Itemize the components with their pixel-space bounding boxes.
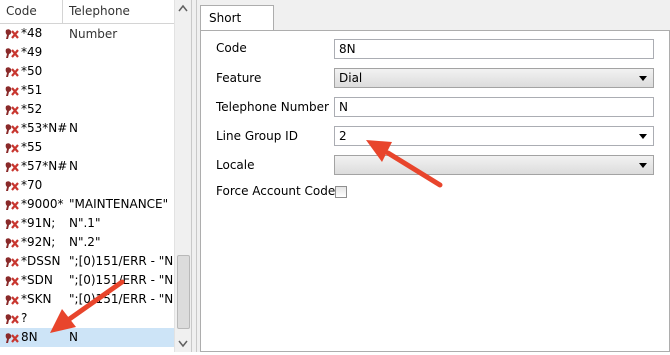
- chevron-down-icon: [639, 134, 647, 139]
- feature-value: Dial: [339, 71, 363, 85]
- line-group-id-value: 2: [339, 129, 347, 143]
- column-header-code[interactable]: Code: [0, 0, 63, 23]
- short-code-icon: [5, 48, 19, 58]
- short-code-icon: [5, 200, 19, 210]
- short-code-icon: [5, 295, 19, 305]
- row-telephone: ";[0)151/ERR - "N: [69, 273, 174, 287]
- chevron-down-icon: [639, 76, 647, 81]
- short-code-icon: [5, 181, 19, 191]
- row-telephone: N: [69, 121, 78, 135]
- details-pane: Short Code Code 8N Feature Dial Telephon…: [197, 0, 670, 352]
- short-code-icon: [5, 29, 19, 39]
- row-code: *57*N#: [21, 159, 68, 173]
- list-row[interactable]: *57*N# N: [0, 157, 174, 176]
- scroll-down-button[interactable]: [175, 335, 191, 352]
- line-group-id-label: Line Group ID: [216, 129, 298, 143]
- list-row[interactable]: *50: [0, 62, 174, 81]
- telephone-number-label: Telephone Number: [216, 100, 329, 114]
- row-code: 8N: [21, 330, 38, 344]
- column-header-telephone[interactable]: Telephone Number: [63, 0, 179, 41]
- list-row[interactable]: *9000* "MAINTENANCE": [0, 195, 174, 214]
- row-code: *9000*: [21, 197, 64, 211]
- row-telephone: ";[0)151/ERR - "N: [69, 254, 174, 268]
- row-telephone: ";[0)151/ERR - "N: [69, 292, 174, 306]
- list-row[interactable]: *DSSN ";[0)151/ERR - "N: [0, 252, 174, 271]
- chevron-down-icon: [639, 163, 647, 168]
- list-row[interactable]: *91N; N".1": [0, 214, 174, 233]
- list-row[interactable]: *53*N# N: [0, 119, 174, 138]
- feature-label: Feature: [216, 71, 262, 85]
- row-code: *48: [21, 26, 43, 40]
- short-code-icon: [5, 333, 19, 343]
- short-code-icon: [5, 143, 19, 153]
- row-code: *51: [21, 83, 43, 97]
- short-code-icon: [5, 314, 19, 324]
- list-row[interactable]: *70: [0, 176, 174, 195]
- force-account-code-checkbox[interactable]: [335, 186, 347, 198]
- list-header: Code Telephone Number: [0, 0, 174, 41]
- chevron-up-icon: [178, 4, 188, 12]
- row-code: *SKN: [21, 292, 52, 306]
- list-row[interactable]: *49: [0, 43, 174, 62]
- list-row[interactable]: *51: [0, 81, 174, 100]
- locale-label: Locale: [216, 158, 255, 172]
- row-code: *70: [21, 178, 43, 192]
- row-code: *52: [21, 102, 43, 116]
- short-code-icon: [5, 276, 19, 286]
- list-rows: *48 *49 *50 *51 *52 *53*N# N *55 *57*N# N *70 *9000…: [0, 24, 174, 352]
- code-label: Code: [216, 41, 247, 55]
- row-code: *SDN: [21, 273, 53, 287]
- chevron-down-icon: [178, 340, 188, 348]
- row-code: *49: [21, 45, 43, 59]
- list-row[interactable]: ?: [0, 309, 174, 328]
- row-code: *91N;: [21, 216, 56, 230]
- short-code-form: Code 8N Feature Dial Telephone Number N …: [200, 30, 670, 352]
- force-account-code-label: Force Account Code: [216, 184, 336, 198]
- locale-dropdown[interactable]: [334, 155, 654, 175]
- list-row[interactable]: *SKN ";[0)151/ERR - "N: [0, 290, 174, 309]
- row-code: *53*N#: [21, 121, 68, 135]
- list-row[interactable]: *55: [0, 138, 174, 157]
- scroll-up-button[interactable]: [175, 0, 191, 17]
- short-code-icon: [5, 162, 19, 172]
- list-row[interactable]: *52: [0, 100, 174, 119]
- short-code-icon: [5, 257, 19, 267]
- row-code: ?: [21, 311, 28, 325]
- code-field[interactable]: 8N: [334, 39, 654, 59]
- row-telephone: N: [69, 159, 78, 173]
- line-group-id-combo[interactable]: 2: [334, 126, 654, 146]
- short-code-icon: [5, 105, 19, 115]
- feature-dropdown[interactable]: Dial: [334, 68, 654, 88]
- row-telephone: "MAINTENANCE": [69, 197, 169, 211]
- row-telephone: N".1": [69, 216, 101, 230]
- row-code: *50: [21, 64, 43, 78]
- row-telephone: N".2": [69, 235, 101, 249]
- list-row[interactable]: *SDN ";[0)151/ERR - "N: [0, 271, 174, 290]
- list-row[interactable]: 8N N: [0, 328, 174, 347]
- short-code-icon: [5, 67, 19, 77]
- row-telephone: N: [69, 330, 78, 344]
- row-code: *DSSN: [21, 254, 61, 268]
- vertical-scrollbar[interactable]: [174, 0, 191, 352]
- row-code: *92N;: [21, 235, 56, 249]
- short-code-list: Code Telephone Number *48 *49 *50 *51 *52 *53…: [0, 0, 191, 352]
- short-code-icon: [5, 86, 19, 96]
- list-row[interactable]: *48: [0, 24, 174, 43]
- row-code: *55: [21, 140, 43, 154]
- tab-short-code[interactable]: Short Code: [200, 5, 274, 50]
- short-code-icon: [5, 219, 19, 229]
- short-code-icon: [5, 124, 19, 134]
- list-row[interactable]: *92N; N".2": [0, 233, 174, 252]
- telephone-number-field[interactable]: N: [334, 97, 654, 117]
- short-code-icon: [5, 238, 19, 248]
- scrollbar-thumb[interactable]: [177, 255, 190, 329]
